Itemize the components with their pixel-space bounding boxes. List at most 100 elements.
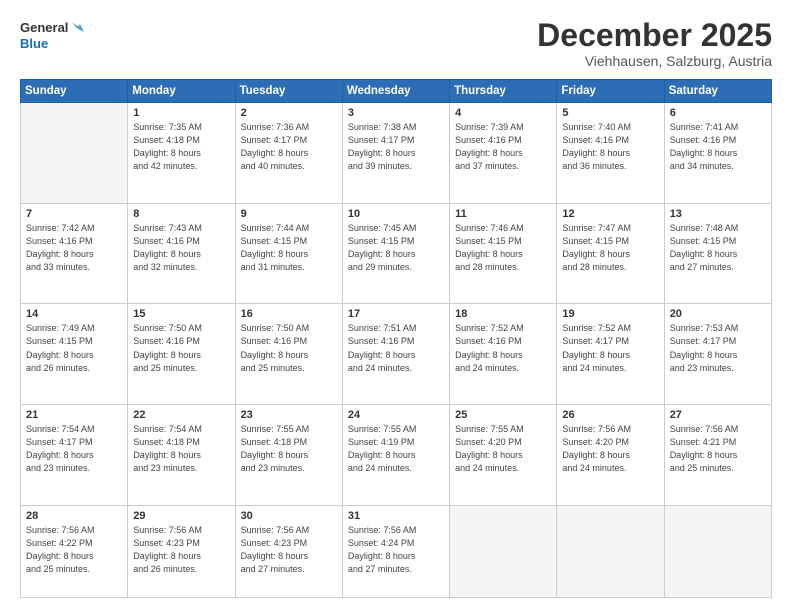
day-number: 24 <box>348 409 444 421</box>
day-info: Sunrise: 7:45 AMSunset: 4:15 PMDaylight:… <box>348 222 444 274</box>
day-number: 25 <box>455 409 551 421</box>
col-sunday: Sunday <box>21 80 128 103</box>
day-info: Sunrise: 7:40 AMSunset: 4:16 PMDaylight:… <box>562 121 658 173</box>
month-title: December 2025 <box>537 18 772 53</box>
col-friday: Friday <box>557 80 664 103</box>
day-number: 17 <box>348 308 444 320</box>
day-number: 11 <box>455 208 551 220</box>
day-number: 16 <box>241 308 337 320</box>
day-number: 5 <box>562 107 658 119</box>
calendar-cell: 16 Sunrise: 7:50 AMSunset: 4:16 PMDayligh… <box>235 304 342 405</box>
calendar-table: Sunday Monday Tuesday Wednesday Thursday… <box>20 79 772 598</box>
day-info: Sunrise: 7:52 AMSunset: 4:16 PMDaylight:… <box>455 322 551 374</box>
calendar-cell: 25 Sunrise: 7:55 AMSunset: 4:20 PMDayligh… <box>450 405 557 506</box>
calendar-cell: 24 Sunrise: 7:55 AMSunset: 4:19 PMDayligh… <box>342 405 449 506</box>
calendar-cell: 27 Sunrise: 7:56 AMSunset: 4:21 PMDayligh… <box>664 405 771 506</box>
calendar-header-row: Sunday Monday Tuesday Wednesday Thursday… <box>21 80 772 103</box>
col-wednesday: Wednesday <box>342 80 449 103</box>
calendar-cell: 9 Sunrise: 7:44 AMSunset: 4:15 PMDaylight… <box>235 203 342 304</box>
calendar-cell: 17 Sunrise: 7:51 AMSunset: 4:16 PMDayligh… <box>342 304 449 405</box>
day-info: Sunrise: 7:36 AMSunset: 4:17 PMDaylight:… <box>241 121 337 173</box>
day-info: Sunrise: 7:39 AMSunset: 4:16 PMDaylight:… <box>455 121 551 173</box>
day-info: Sunrise: 7:56 AMSunset: 4:20 PMDaylight:… <box>562 423 658 475</box>
svg-text:Blue: Blue <box>20 36 48 51</box>
calendar-cell <box>450 505 557 597</box>
calendar-cell: 31Sunrise: 7:56 AMSunset: 4:24 PMDayligh… <box>342 505 449 597</box>
day-info: Sunrise: 7:41 AMSunset: 4:16 PMDaylight:… <box>670 121 766 173</box>
day-info: Sunrise: 7:54 AMSunset: 4:18 PMDaylight:… <box>133 423 229 475</box>
day-number: 27 <box>670 409 766 421</box>
logo-svg: General Blue <box>20 18 90 56</box>
calendar-cell: 7 Sunrise: 7:42 AMSunset: 4:16 PMDaylight… <box>21 203 128 304</box>
calendar-cell: 14 Sunrise: 7:49 AMSunset: 4:15 PMDayligh… <box>21 304 128 405</box>
day-info: Sunrise: 7:50 AMSunset: 4:16 PMDaylight:… <box>241 322 337 374</box>
calendar-cell: 2 Sunrise: 7:36 AMSunset: 4:17 PMDaylight… <box>235 103 342 204</box>
calendar-cell: 30Sunrise: 7:56 AMSunset: 4:23 PMDayligh… <box>235 505 342 597</box>
col-thursday: Thursday <box>450 80 557 103</box>
day-info: Sunrise: 7:44 AMSunset: 4:15 PMDaylight:… <box>241 222 337 274</box>
day-info: Sunrise: 7:43 AMSunset: 4:16 PMDaylight:… <box>133 222 229 274</box>
calendar-cell: 23Sunrise: 7:55 AMSunset: 4:18 PMDayligh… <box>235 405 342 506</box>
day-number: 22 <box>133 409 229 421</box>
day-info: Sunrise: 7:50 AMSunset: 4:16 PMDaylight:… <box>133 322 229 374</box>
day-info: Sunrise: 7:55 AMSunset: 4:20 PMDaylight:… <box>455 423 551 475</box>
day-info: Sunrise: 7:42 AMSunset: 4:16 PMDaylight:… <box>26 222 122 274</box>
calendar-cell: 19 Sunrise: 7:52 AMSunset: 4:17 PMDayligh… <box>557 304 664 405</box>
day-info: Sunrise: 7:47 AMSunset: 4:15 PMDaylight:… <box>562 222 658 274</box>
day-info: Sunrise: 7:56 AMSunset: 4:23 PMDaylight:… <box>133 524 229 576</box>
day-number: 2 <box>241 107 337 119</box>
col-saturday: Saturday <box>664 80 771 103</box>
day-number: 9 <box>241 208 337 220</box>
day-number: 29 <box>133 510 229 522</box>
day-info: Sunrise: 7:35 AMSunset: 4:18 PMDaylight:… <box>133 121 229 173</box>
day-info: Sunrise: 7:53 AMSunset: 4:17 PMDaylight:… <box>670 322 766 374</box>
title-block: December 2025 Viehhausen, Salzburg, Aust… <box>537 18 772 69</box>
day-number: 6 <box>670 107 766 119</box>
col-monday: Monday <box>128 80 235 103</box>
col-tuesday: Tuesday <box>235 80 342 103</box>
calendar-cell: 11Sunrise: 7:46 AMSunset: 4:15 PMDayligh… <box>450 203 557 304</box>
day-number: 14 <box>26 308 122 320</box>
day-info: Sunrise: 7:56 AMSunset: 4:22 PMDaylight:… <box>26 524 122 576</box>
calendar-cell: 28 Sunrise: 7:56 AMSunset: 4:22 PMDayligh… <box>21 505 128 597</box>
calendar-cell: 22 Sunrise: 7:54 AMSunset: 4:18 PMDayligh… <box>128 405 235 506</box>
calendar-cell: 4 Sunrise: 7:39 AMSunset: 4:16 PMDaylight… <box>450 103 557 204</box>
day-number: 15 <box>133 308 229 320</box>
day-info: Sunrise: 7:51 AMSunset: 4:16 PMDaylight:… <box>348 322 444 374</box>
calendar-cell: 29 Sunrise: 7:56 AMSunset: 4:23 PMDayligh… <box>128 505 235 597</box>
calendar-cell: 21Sunrise: 7:54 AMSunset: 4:17 PMDayligh… <box>21 405 128 506</box>
day-number: 31 <box>348 510 444 522</box>
calendar-cell: 1 Sunrise: 7:35 AMSunset: 4:18 PMDaylight… <box>128 103 235 204</box>
calendar-cell: 18 Sunrise: 7:52 AMSunset: 4:16 PMDayligh… <box>450 304 557 405</box>
day-number: 7 <box>26 208 122 220</box>
day-number: 18 <box>455 308 551 320</box>
calendar-cell: 5 Sunrise: 7:40 AMSunset: 4:16 PMDaylight… <box>557 103 664 204</box>
day-number: 10 <box>348 208 444 220</box>
day-number: 3 <box>348 107 444 119</box>
calendar-cell: 12Sunrise: 7:47 AMSunset: 4:15 PMDayligh… <box>557 203 664 304</box>
day-number: 4 <box>455 107 551 119</box>
day-number: 1 <box>133 107 229 119</box>
logo: General Blue <box>20 18 90 56</box>
header: General Blue December 2025 Viehhausen, S… <box>20 18 772 69</box>
day-info: Sunrise: 7:56 AMSunset: 4:21 PMDaylight:… <box>670 423 766 475</box>
day-number: 26 <box>562 409 658 421</box>
day-number: 20 <box>670 308 766 320</box>
day-info: Sunrise: 7:38 AMSunset: 4:17 PMDaylight:… <box>348 121 444 173</box>
day-info: Sunrise: 7:49 AMSunset: 4:15 PMDaylight:… <box>26 322 122 374</box>
svg-text:General: General <box>20 20 68 35</box>
day-number: 8 <box>133 208 229 220</box>
calendar-cell: 8 Sunrise: 7:43 AMSunset: 4:16 PMDaylight… <box>128 203 235 304</box>
day-info: Sunrise: 7:52 AMSunset: 4:17 PMDaylight:… <box>562 322 658 374</box>
day-info: Sunrise: 7:55 AMSunset: 4:19 PMDaylight:… <box>348 423 444 475</box>
day-number: 21 <box>26 409 122 421</box>
calendar-cell: 3 Sunrise: 7:38 AMSunset: 4:17 PMDaylight… <box>342 103 449 204</box>
calendar-cell: 26 Sunrise: 7:56 AMSunset: 4:20 PMDayligh… <box>557 405 664 506</box>
day-number: 30 <box>241 510 337 522</box>
day-number: 13 <box>670 208 766 220</box>
day-number: 19 <box>562 308 658 320</box>
day-number: 28 <box>26 510 122 522</box>
calendar-cell: 6 Sunrise: 7:41 AMSunset: 4:16 PMDaylight… <box>664 103 771 204</box>
calendar-cell: 10 Sunrise: 7:45 AMSunset: 4:15 PMDayligh… <box>342 203 449 304</box>
day-number: 23 <box>241 409 337 421</box>
